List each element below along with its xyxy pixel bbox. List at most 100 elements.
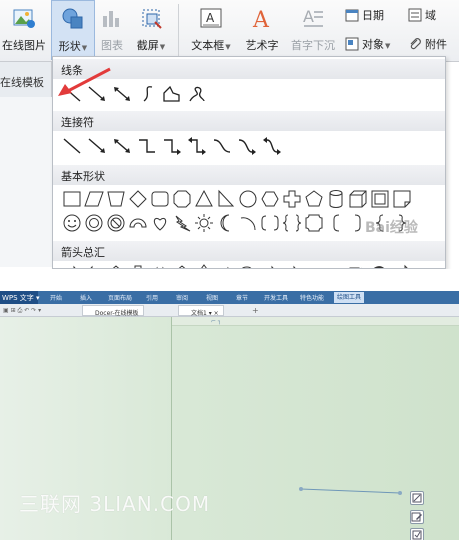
left-bracket-icon: [333, 214, 340, 232]
block-arc-shape[interactable]: [127, 212, 149, 234]
menu-insert[interactable]: 插入: [80, 293, 92, 302]
curve-icon: [143, 86, 153, 102]
menu-page-layout[interactable]: 页面布局: [108, 293, 132, 302]
heart-icon: [153, 217, 167, 231]
drawn-line-shape[interactable]: [298, 486, 404, 496]
elbow-double-arrow-connector[interactable]: [186, 135, 208, 157]
oval-icon: [239, 190, 257, 208]
menu-developer[interactable]: 开发工具: [264, 293, 288, 302]
freeform-shape[interactable]: [161, 83, 183, 105]
template-tab[interactable]: 在线模板: [0, 62, 52, 97]
shapes-button[interactable]: 形状▼: [51, 0, 95, 60]
double-bracket-shape[interactable]: [259, 212, 281, 234]
pentagon-shape[interactable]: [303, 188, 325, 210]
tab-docer-templates[interactable]: Docer-在线模板: [82, 305, 144, 317]
sun-shape[interactable]: [193, 212, 215, 234]
tab-document1[interactable]: 文档1 ▾ ×: [178, 305, 224, 317]
object-icon: [345, 37, 359, 51]
attachment-button[interactable]: 附件: [408, 36, 447, 56]
lightning-bolt-shape[interactable]: [171, 212, 193, 234]
elbow-arrow-connector[interactable]: [161, 135, 183, 157]
diamond-shape[interactable]: [127, 188, 149, 210]
screenshot-icon: [142, 9, 162, 29]
trapezoid-shape[interactable]: [105, 188, 127, 210]
date-button[interactable]: 日期: [345, 7, 384, 27]
octagon-shape[interactable]: [171, 188, 193, 210]
bevel-icon: [371, 190, 389, 208]
can-icon: [329, 190, 343, 208]
textbox-icon: A: [200, 8, 222, 28]
arrow-connector[interactable]: [86, 135, 108, 157]
no-symbol-icon: [107, 214, 125, 232]
curved-connector[interactable]: [211, 135, 233, 157]
left-panel: [0, 97, 52, 267]
trapezoid-icon: [107, 191, 125, 207]
chart-label: 图表: [101, 39, 123, 52]
format-shape-icon[interactable]: [410, 528, 424, 540]
field-button[interactable]: 域: [408, 7, 436, 27]
object-button[interactable]: 对象▼: [345, 36, 390, 56]
menu-references[interactable]: 引用: [146, 293, 158, 302]
screenshot-button[interactable]: 截屏▼: [130, 0, 172, 60]
rectangle-shape[interactable]: [61, 188, 83, 210]
svg-text:A: A: [206, 11, 215, 25]
wps-app-menu[interactable]: WPS 文字 ▾: [0, 291, 40, 304]
cross-shape[interactable]: [281, 188, 303, 210]
block-arc-icon: [129, 218, 147, 228]
curved-double-arrow-connector[interactable]: [261, 135, 283, 157]
folded-corner-shape[interactable]: [391, 188, 413, 210]
textbox-button[interactable]: A 文本框▼: [184, 0, 238, 60]
menu-view[interactable]: 视图: [206, 293, 218, 302]
chevron-down-icon: ▼: [385, 42, 391, 50]
menu-sections[interactable]: 章节: [236, 293, 248, 302]
rounded-rectangle-shape[interactable]: [149, 188, 171, 210]
plaque-shape[interactable]: [303, 212, 325, 234]
scribble-shape[interactable]: [186, 83, 208, 105]
quick-access-icons[interactable]: ▣ ⊞ ⎙ ↶ ↷ ▾: [3, 307, 41, 315]
menu-review[interactable]: 审阅: [176, 293, 188, 302]
svg-text:A: A: [303, 7, 314, 26]
double-brace-shape[interactable]: [281, 212, 303, 234]
smiley-face-shape[interactable]: [61, 212, 83, 234]
moon-shape[interactable]: [215, 212, 237, 234]
chevron-down-icon: ▼: [81, 44, 88, 52]
dropcap-button[interactable]: A 首字下沉: [286, 0, 340, 60]
heart-shape[interactable]: [149, 212, 171, 234]
can-shape[interactable]: [325, 188, 347, 210]
sun-icon: [195, 214, 213, 232]
right-triangle-shape[interactable]: [215, 188, 237, 210]
menu-home[interactable]: 开始: [50, 293, 62, 302]
menu-features[interactable]: 特色功能: [300, 293, 324, 302]
double-brace-icon: [282, 214, 302, 232]
elbow-connector-icon: [139, 139, 155, 153]
left-bracket-shape[interactable]: [325, 212, 347, 234]
no-symbol-shape[interactable]: [105, 212, 127, 234]
curve-shape[interactable]: [136, 83, 158, 105]
chevron-down-icon: ▼: [225, 43, 231, 51]
arc-shape[interactable]: [237, 212, 259, 234]
red-pointer-arrow-icon: [58, 67, 111, 96]
wordart-button[interactable]: A 艺术字: [240, 0, 284, 60]
curved-arrow-connector-icon: [238, 139, 256, 155]
double-arrow-connector-icon: [114, 139, 130, 153]
elbow-connector[interactable]: [136, 135, 158, 157]
oval-shape[interactable]: [237, 188, 259, 210]
hexagon-shape[interactable]: [259, 188, 281, 210]
svg-text:A: A: [252, 8, 270, 30]
parallelogram-shape[interactable]: [83, 188, 105, 210]
menu-drawing-tools[interactable]: 绘图工具: [334, 292, 365, 303]
triangle-shape[interactable]: [193, 188, 215, 210]
edit-shape-icon[interactable]: [410, 510, 424, 524]
cube-shape[interactable]: [347, 188, 369, 210]
new-tab-button[interactable]: +: [252, 306, 259, 315]
curved-arrow-connector[interactable]: [236, 135, 258, 157]
online-picture-button[interactable]: 在线图片: [0, 0, 48, 60]
chart-button[interactable]: 图表: [97, 0, 127, 60]
double-arrow-connector[interactable]: [111, 135, 133, 157]
straight-connector[interactable]: [61, 135, 83, 157]
date-label: 日期: [362, 9, 384, 22]
donut-shape[interactable]: [83, 212, 105, 234]
bevel-shape[interactable]: [369, 188, 391, 210]
section-header-basic-shapes: 基本形状: [53, 165, 445, 185]
layout-options-icon[interactable]: [410, 491, 424, 505]
